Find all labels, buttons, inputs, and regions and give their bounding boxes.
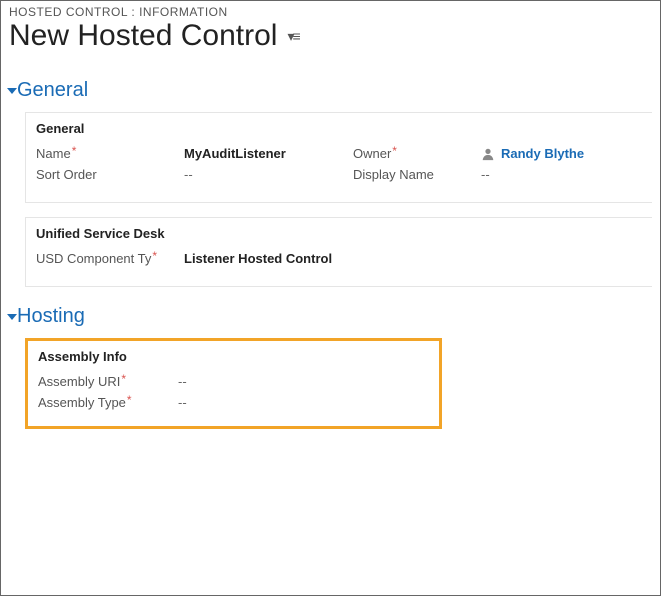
label-assembly-type: Assembly Type*	[38, 395, 178, 410]
panel-title-usd: Unified Service Desk	[36, 226, 642, 241]
label-assembly-uri: Assembly URI*	[38, 374, 178, 389]
section-hosting: Hosting Assembly Info Assembly URI* -- A…	[1, 305, 660, 429]
label-owner-text: Owner	[353, 146, 391, 161]
caret-down-icon	[7, 314, 17, 320]
page-title: New Hosted Control	[9, 19, 277, 53]
required-asterisk-icon: *	[121, 372, 126, 386]
value-owner[interactable]: Randy Blythe	[481, 146, 642, 161]
label-owner: Owner*	[353, 146, 473, 161]
panel-title-general: General	[36, 121, 642, 136]
section-header-general[interactable]: General	[9, 79, 652, 102]
value-component-type[interactable]: Listener Hosted Control	[184, 251, 642, 266]
field-grid-general: Name* MyAuditListener Owner* Randy Blyth…	[36, 146, 642, 182]
panel-title-assembly: Assembly Info	[38, 349, 429, 364]
section-general: General General Name* MyAuditListener Ow…	[1, 79, 660, 287]
title-dropdown-icon[interactable]: ▾≡	[287, 28, 298, 45]
label-sort-order: Sort Order	[36, 167, 176, 182]
required-asterisk-icon: *	[127, 393, 132, 407]
required-asterisk-icon: *	[72, 144, 77, 158]
value-assembly-uri[interactable]: --	[178, 374, 429, 389]
label-assembly-type-text: Assembly Type	[38, 395, 126, 410]
section-title-hosting: Hosting	[17, 305, 85, 328]
caret-down-icon	[7, 88, 17, 94]
panel-assembly-info-highlight: Assembly Info Assembly URI* -- Assembly …	[25, 338, 442, 429]
required-asterisk-icon: *	[152, 249, 157, 263]
panel-general: General Name* MyAuditListener Owner* Ran…	[25, 112, 652, 203]
label-name: Name*	[36, 146, 176, 161]
section-title-general: General	[17, 79, 88, 102]
label-assembly-uri-text: Assembly URI	[38, 374, 120, 389]
title-row: New Hosted Control ▾≡	[1, 19, 660, 61]
label-name-text: Name	[36, 146, 71, 161]
section-header-hosting[interactable]: Hosting	[9, 305, 652, 328]
value-sort-order[interactable]: --	[184, 167, 345, 182]
owner-name-link[interactable]: Randy Blythe	[501, 146, 584, 161]
panel-usd: Unified Service Desk USD Component Ty* L…	[25, 217, 652, 287]
field-grid-usd: USD Component Ty* Listener Hosted Contro…	[36, 251, 642, 266]
label-component-type-text: USD Component Ty	[36, 251, 151, 266]
form-page: HOSTED CONTROL : INFORMATION New Hosted …	[0, 0, 661, 596]
value-name[interactable]: MyAuditListener	[184, 146, 345, 161]
breadcrumb: HOSTED CONTROL : INFORMATION	[1, 1, 660, 19]
label-display-name: Display Name	[353, 167, 473, 182]
required-asterisk-icon: *	[392, 144, 397, 158]
value-assembly-type[interactable]: --	[178, 395, 429, 410]
person-icon	[481, 147, 495, 161]
field-grid-assembly: Assembly URI* -- Assembly Type* --	[38, 374, 429, 410]
label-component-type: USD Component Ty*	[36, 251, 176, 266]
value-display-name[interactable]: --	[481, 167, 642, 182]
